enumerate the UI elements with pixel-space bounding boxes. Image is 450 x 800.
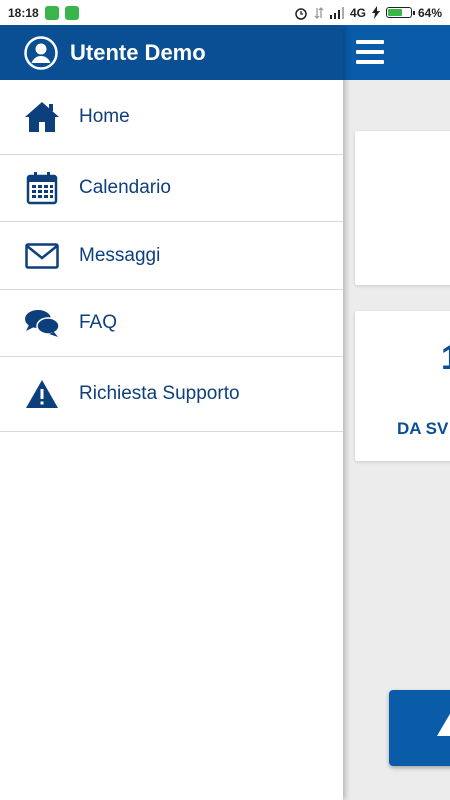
status-time: 18:18 (8, 5, 39, 20)
menu-item-label: Richiesta Supporto (79, 383, 240, 404)
chat-bubbles-icon (24, 308, 60, 338)
menu-item-label: FAQ (79, 312, 118, 333)
signal-strength-icon (329, 6, 344, 19)
drawer-header: Utente Demo (0, 25, 343, 80)
data-transfer-icon (314, 6, 324, 20)
notification-sim-icon (44, 5, 59, 20)
notification-android-icon (64, 5, 79, 20)
envelope-icon (24, 242, 60, 269)
user-name: Utente Demo (70, 39, 206, 65)
status-left: 18:18 (8, 5, 79, 20)
alarm-clock-icon (294, 6, 308, 20)
warning-icon (24, 379, 60, 409)
network-type: 4G (349, 5, 366, 20)
dashboard-card-pending[interactable]: 1 DA SV (355, 311, 450, 461)
menu-item-label: Messaggi (79, 244, 161, 266)
pending-label: DA SV (397, 419, 449, 438)
pending-count: 1 (441, 339, 450, 378)
menu-item-label: Calendario (79, 177, 171, 198)
battery-percent: 64% (417, 5, 442, 20)
warning-icon (437, 712, 450, 736)
calendar-icon (24, 171, 60, 205)
charging-bolt-icon (371, 6, 380, 19)
battery-fill (387, 9, 403, 16)
floating-action-button[interactable] (389, 690, 450, 766)
user-avatar-icon (24, 35, 58, 70)
menu-item-home[interactable]: Home (0, 80, 343, 155)
home-icon (24, 101, 60, 133)
hamburger-menu-icon[interactable] (356, 40, 384, 64)
menu-item-support-request[interactable]: Richiesta Supporto (0, 357, 343, 432)
menu-item-calendar[interactable]: Calendario (0, 155, 343, 222)
menu-item-messages[interactable]: Messaggi (0, 222, 343, 290)
dashboard-card[interactable] (355, 131, 450, 285)
menu-item-faq[interactable]: FAQ (0, 290, 343, 357)
battery-icon (385, 7, 415, 18)
status-right: 4G 64% (294, 6, 442, 20)
status-bar: 18:18 4G 64% (0, 0, 450, 25)
menu-item-label: Home (79, 106, 130, 127)
navigation-drawer: Utente Demo Home Calendario Messaggi FAQ… (0, 25, 343, 800)
